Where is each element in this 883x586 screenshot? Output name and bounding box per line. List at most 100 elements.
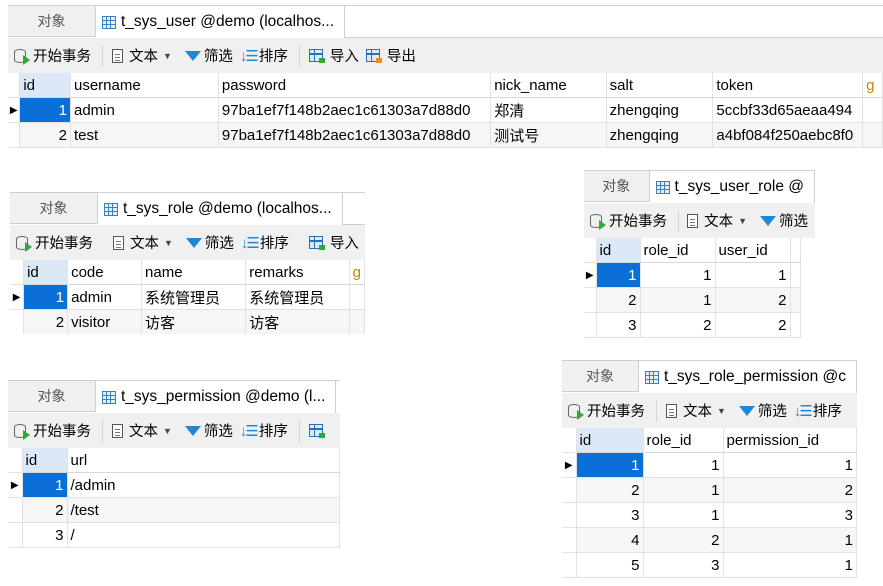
cell[interactable]: 5ccbf33d65aeaa494 xyxy=(712,97,864,123)
cell[interactable]: 2 xyxy=(715,287,791,313)
column-header[interactable]: url xyxy=(67,448,340,473)
column-header[interactable]: name xyxy=(141,260,247,285)
table-row[interactable]: 3 2 2 xyxy=(584,312,801,338)
cell[interactable]: test xyxy=(70,122,219,148)
begin-transaction-button[interactable]: 开始事务 xyxy=(590,210,667,231)
begin-transaction-button[interactable]: 开始事务 xyxy=(16,232,93,253)
cell[interactable]: 3 xyxy=(643,552,724,578)
cell[interactable]: 1 xyxy=(19,97,71,123)
tab-objects[interactable]: 对象 xyxy=(562,361,639,392)
tab-t-sys-user[interactable]: t_sys_user @demo (localhos... xyxy=(96,6,346,38)
export-button[interactable]: 导出 xyxy=(365,45,416,66)
begin-transaction-button[interactable]: 开始事务 xyxy=(568,400,645,421)
cell[interactable]: admin xyxy=(67,284,143,310)
column-header[interactable]: role_id xyxy=(640,238,716,263)
column-header[interactable]: id xyxy=(22,448,68,473)
table-row[interactable]: ▶ 1 /admin xyxy=(8,472,340,498)
dropdown-caret-icon[interactable]: ▼ xyxy=(163,426,172,436)
sort-button[interactable]: ↓☰ 排序 xyxy=(240,420,288,441)
sort-button[interactable]: ↓☰ 排序 xyxy=(794,400,842,421)
import-button[interactable]: 导入 xyxy=(308,232,359,253)
tab-objects[interactable]: 对象 xyxy=(8,381,96,412)
dropdown-caret-icon[interactable]: ▼ xyxy=(738,216,747,226)
cell[interactable]: 5 xyxy=(576,552,644,578)
cell[interactable]: 2 xyxy=(643,527,724,553)
table-row[interactable]: ▶ 1 admin 系统管理员 系统管理员 xyxy=(10,284,365,310)
column-header[interactable]: g xyxy=(862,73,883,98)
sort-button[interactable]: ↓☰ 排序 xyxy=(241,232,289,253)
cell[interactable]: 3 xyxy=(596,312,641,338)
cell[interactable]: 4 xyxy=(576,527,644,553)
cell[interactable]: 1 xyxy=(596,262,641,288)
table-row[interactable]: ▶ 1 1 1 xyxy=(584,262,801,288)
cell[interactable]: 1 xyxy=(723,527,857,553)
cell[interactable]: 2 xyxy=(19,122,71,148)
cell[interactable]: 3 xyxy=(22,522,68,548)
cell[interactable] xyxy=(862,97,883,123)
cell[interactable] xyxy=(349,284,365,310)
column-header[interactable]: user_id xyxy=(715,238,791,263)
cell[interactable]: 1 xyxy=(643,477,724,503)
text-view-button[interactable]: 文本 ▼ xyxy=(112,420,178,441)
begin-transaction-button[interactable]: 开始事务 xyxy=(14,45,91,66)
cell[interactable]: 1 xyxy=(643,452,724,478)
tab-t-sys-user-role[interactable]: t_sys_user_role @ xyxy=(649,171,815,203)
column-header[interactable]: nick_name xyxy=(490,73,607,98)
column-header[interactable]: password xyxy=(218,73,492,98)
cell[interactable]: 1 xyxy=(723,452,857,478)
cell[interactable]: 97ba1ef7f148b2aec1c61303a7d88d0 xyxy=(218,97,492,123)
cell[interactable] xyxy=(790,287,801,313)
table-row[interactable]: 2 test 97ba1ef7f148b2aec1c61303a7d88d0 测… xyxy=(8,122,883,148)
cell[interactable]: 2 xyxy=(723,477,857,503)
cell[interactable]: 2 xyxy=(640,312,716,338)
tab-objects[interactable]: 对象 xyxy=(8,6,96,37)
filter-button[interactable]: 筛选 xyxy=(760,210,808,231)
cell[interactable]: 1 xyxy=(640,287,716,313)
column-header[interactable]: id xyxy=(576,428,644,453)
dropdown-caret-icon[interactable]: ▼ xyxy=(163,51,172,61)
filter-button[interactable]: 筛选 xyxy=(184,420,233,441)
begin-transaction-button[interactable]: 开始事务 xyxy=(14,420,91,441)
text-view-button[interactable]: 文本 ▼ xyxy=(666,400,732,421)
column-header[interactable]: code xyxy=(67,260,143,285)
cell[interactable]: zhengqing xyxy=(606,122,714,148)
tab-t-sys-role[interactable]: t_sys_role @demo (localhos... xyxy=(98,193,343,225)
column-header[interactable]: role_id xyxy=(643,428,724,453)
column-header[interactable]: username xyxy=(70,73,219,98)
column-header[interactable]: salt xyxy=(606,73,714,98)
column-header[interactable]: g xyxy=(349,260,365,285)
table-row[interactable]: 3 1 3 xyxy=(562,502,857,528)
cell[interactable] xyxy=(862,122,883,148)
column-header[interactable] xyxy=(790,238,801,263)
cell[interactable]: 1 xyxy=(23,284,69,310)
sort-button[interactable]: ↓☰ 排序 xyxy=(240,45,288,66)
table-row[interactable]: 2 1 2 xyxy=(562,477,857,503)
text-view-button[interactable]: 文本 ▼ xyxy=(687,210,753,231)
text-view-button[interactable]: 文本 ▼ xyxy=(113,232,179,253)
cell[interactable]: 1 xyxy=(576,452,644,478)
table-row[interactable]: ▶ 1 1 1 xyxy=(562,452,857,478)
table-row[interactable]: ▶ 1 admin 97ba1ef7f148b2aec1c61303a7d88d… xyxy=(8,97,883,123)
cell[interactable]: 系统管理员 xyxy=(245,284,350,310)
cell[interactable] xyxy=(790,312,801,338)
cell[interactable]: a4bf084f250aebc8f0 xyxy=(712,122,864,148)
column-header[interactable]: remarks xyxy=(245,260,350,285)
cell[interactable]: 2 xyxy=(715,312,791,338)
column-header[interactable]: permission_id xyxy=(723,428,857,453)
table-row[interactable]: 2 /test xyxy=(8,497,340,523)
column-header[interactable]: id xyxy=(596,238,641,263)
cell[interactable]: / xyxy=(67,522,340,548)
cell[interactable]: 2 xyxy=(22,497,68,523)
import-button[interactable]: 导入 xyxy=(308,45,359,66)
filter-button[interactable]: 筛选 xyxy=(184,45,233,66)
table-row[interactable]: 3 / xyxy=(8,522,340,548)
cell[interactable]: 访客 xyxy=(245,309,350,334)
dropdown-caret-icon[interactable]: ▼ xyxy=(717,406,726,416)
filter-button[interactable]: 筛选 xyxy=(738,400,787,421)
cell[interactable]: 1 xyxy=(640,262,716,288)
column-header[interactable]: id xyxy=(19,73,71,98)
cell[interactable]: 郑清 xyxy=(490,97,607,123)
cell[interactable]: 1 xyxy=(723,552,857,578)
import-button[interactable] xyxy=(308,424,327,438)
cell[interactable]: admin xyxy=(70,97,219,123)
